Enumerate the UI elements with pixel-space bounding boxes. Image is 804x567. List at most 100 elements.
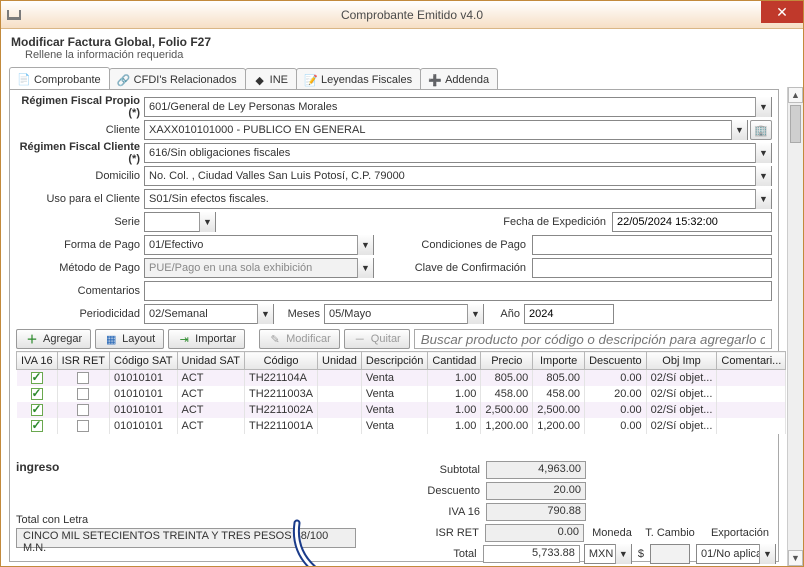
layout-button[interactable]: ▦Layout [95, 329, 164, 349]
tab-comprobante[interactable]: 📄Comprobante [9, 67, 110, 89]
quitar-button[interactable]: －Quitar [344, 329, 410, 349]
col-desc[interactable]: Descripción [361, 352, 427, 370]
forma-pago-combo[interactable]: 01/Efectivo▼ [144, 235, 374, 255]
col-precio[interactable]: Precio [481, 352, 533, 370]
tcambio-prefix: $ [638, 548, 644, 560]
titlebar: Comprobante Emitido v4.0 ✕ [1, 1, 803, 29]
pencil-icon: ✎ [268, 332, 282, 346]
page-subtitle: Rellene la información requerida [11, 49, 793, 61]
chevron-down-icon[interactable]: ▼ [755, 189, 771, 209]
scroll-down-button[interactable]: ▼ [788, 550, 803, 566]
serie-combo[interactable]: ▼ [144, 212, 216, 232]
fecha-input[interactable] [612, 212, 772, 232]
col-codigo[interactable]: Código [245, 352, 318, 370]
chevron-down-icon[interactable]: ▼ [357, 235, 373, 255]
regimen-propio-combo[interactable]: 601/General de Ley Personas Morales▼ [144, 97, 772, 117]
clave-conf-input[interactable] [532, 258, 772, 278]
chevron-down-icon[interactable]: ▼ [615, 544, 631, 564]
chevron-down-icon[interactable]: ▼ [759, 544, 775, 564]
chevron-down-icon[interactable]: ▼ [199, 212, 215, 232]
iva-value: 790.88 [486, 503, 586, 521]
iva-checkbox[interactable] [31, 420, 43, 432]
link-icon: 🔗 [118, 74, 130, 86]
tab-cfdi[interactable]: 🔗CFDI's Relacionados [109, 68, 246, 89]
table-row[interactable]: 01010101ACTTH2211001AVenta1.001,200.001,… [17, 418, 786, 434]
col-importe[interactable]: Importe [533, 352, 585, 370]
chevron-down-icon[interactable]: ▼ [755, 166, 771, 186]
regimen-cliente-combo[interactable]: 616/Sin obligaciones fiscales▼ [144, 143, 772, 163]
close-button[interactable]: ✕ [761, 1, 803, 23]
col-usat[interactable]: Unidad SAT [177, 352, 245, 370]
col-com[interactable]: Comentari... [717, 352, 786, 370]
scroll-thumb[interactable] [790, 105, 801, 143]
building-icon: 🏢 [754, 123, 768, 137]
tcambio-input[interactable] [650, 544, 690, 564]
scroll-up-button[interactable]: ▲ [788, 87, 803, 103]
iva-checkbox[interactable] [31, 388, 43, 400]
regimen-propio-label: Régimen Fiscal Propio (*) [16, 95, 144, 119]
col-obj[interactable]: Obj Imp [646, 352, 717, 370]
iva-checkbox[interactable] [31, 404, 43, 416]
isr-checkbox[interactable] [77, 388, 89, 400]
export-combo[interactable]: 01/No aplica▼ [696, 544, 776, 564]
domicilio-label: Domicilio [16, 170, 144, 182]
col-descto[interactable]: Descuento [585, 352, 647, 370]
anio-input[interactable] [524, 304, 614, 324]
chevron-down-icon[interactable]: ▼ [357, 258, 373, 278]
footer-buttons: ✔Aceptar ✖Cancelar [16, 565, 772, 567]
isr-value: 0.00 [485, 524, 584, 542]
cond-pago-label: Condiciones de Pago [421, 239, 532, 251]
col-unidad[interactable]: Unidad [318, 352, 362, 370]
chevron-down-icon[interactable]: ▼ [731, 120, 747, 140]
col-iva[interactable]: IVA 16 [17, 352, 58, 370]
chevron-down-icon[interactable]: ▼ [755, 97, 771, 117]
col-isr[interactable]: ISR RET [57, 352, 109, 370]
tab-leyendas[interactable]: 📝Leyendas Fiscales [296, 68, 421, 89]
tab-ine[interactable]: ◆INE [245, 68, 297, 89]
vertical-scrollbar[interactable]: ▲ ▼ [787, 87, 803, 566]
grid-search-input[interactable] [414, 329, 772, 349]
isr-checkbox[interactable] [77, 420, 89, 432]
chevron-down-icon[interactable]: ▼ [257, 304, 273, 324]
cond-pago-input[interactable] [532, 235, 772, 255]
isr-checkbox[interactable] [77, 404, 89, 416]
document-icon: 📄 [18, 74, 30, 86]
comentarios-input[interactable] [144, 281, 772, 301]
minus-icon: － [353, 332, 367, 346]
modificar-button[interactable]: ✎Modificar [259, 329, 340, 349]
descuento-label: Descuento [366, 485, 486, 497]
table-row[interactable]: 01010101ACTTH2211003AVenta1.00458.00458.… [17, 386, 786, 402]
chevron-down-icon[interactable]: ▼ [467, 304, 483, 324]
moneda-label: Moneda [588, 527, 636, 539]
total-letra-label: Total con Letra [16, 514, 356, 526]
total-label: Total [366, 548, 483, 560]
cliente-lookup-button[interactable]: 🏢 [750, 120, 772, 140]
descuento-value: 20.00 [486, 482, 586, 500]
layout-icon: ▦ [104, 332, 118, 346]
periodicidad-combo[interactable]: 02/Semanal▼ [144, 304, 274, 324]
uso-cliente-combo[interactable]: S01/Sin efectos fiscales.▼ [144, 189, 772, 209]
col-csat[interactable]: Código SAT [110, 352, 178, 370]
table-row[interactable]: 01010101ACTTH221104AVenta1.00805.00805.0… [17, 370, 786, 386]
total-letra-value: CINCO MIL SETECIENTOS TREINTA Y TRES PES… [16, 528, 356, 548]
app-icon [7, 10, 21, 20]
isr-checkbox[interactable] [77, 372, 89, 384]
col-cant[interactable]: Cantidad [428, 352, 481, 370]
table-row[interactable]: 01010101ACTTH2211002AVenta1.002,500.002,… [17, 402, 786, 418]
importar-button[interactable]: ⇥Importar [168, 329, 245, 349]
grid-toolbar: ＋Agregar ▦Layout ⇥Importar ✎Modificar －Q… [16, 329, 772, 349]
chevron-down-icon[interactable]: ▼ [755, 143, 771, 163]
isr-label: ISR RET [366, 527, 485, 539]
domicilio-combo[interactable]: No. Col. , Ciudad Valles San Luis Potosí… [144, 166, 772, 186]
subtotal-value: 4,963.00 [486, 461, 586, 479]
moneda-combo[interactable]: MXN▼ [584, 544, 632, 564]
table-header-row: IVA 16 ISR RET Código SAT Unidad SAT Cód… [17, 352, 786, 370]
agregar-button[interactable]: ＋Agregar [16, 329, 91, 349]
iva-checkbox[interactable] [31, 372, 43, 384]
cliente-combo[interactable]: XAXX010101000 - PUBLICO EN GENERAL▼ [144, 120, 748, 140]
metodo-pago-combo[interactable]: PUE/Pago en una sola exhibición▼ [144, 258, 374, 278]
tab-addenda[interactable]: ➕Addenda [420, 68, 498, 89]
meses-combo[interactable]: 05/Mayo▼ [324, 304, 484, 324]
meses-label: Meses [274, 308, 324, 320]
import-icon: ⇥ [177, 332, 191, 346]
